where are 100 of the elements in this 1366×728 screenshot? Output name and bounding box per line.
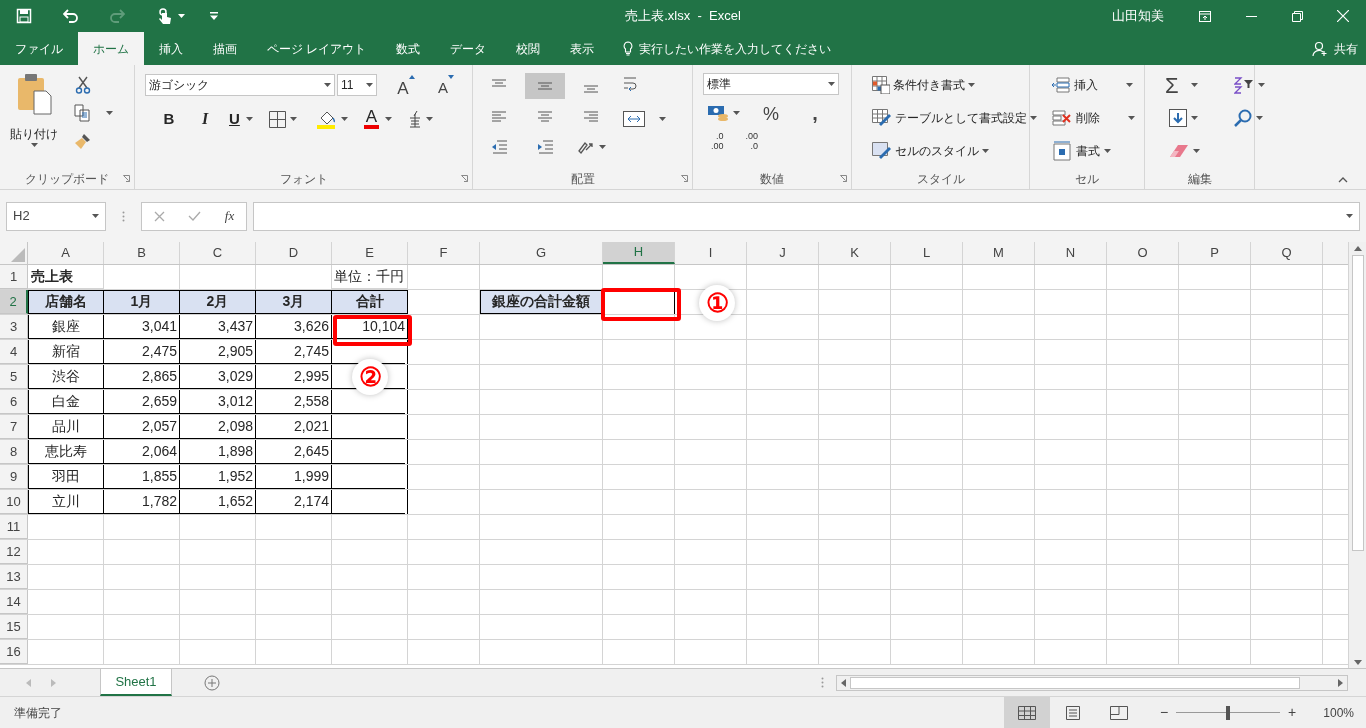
format-cells-button[interactable]: 書式 bbox=[1052, 139, 1135, 163]
grow-font-button[interactable]: A bbox=[393, 73, 419, 97]
row-header[interactable]: 10 bbox=[0, 490, 28, 514]
scroll-left-icon[interactable] bbox=[841, 678, 846, 687]
row-header[interactable]: 14 bbox=[0, 590, 28, 614]
decrease-indent-icon[interactable] bbox=[491, 140, 507, 154]
row-header[interactable]: 4 bbox=[0, 340, 28, 364]
share-button[interactable]: 共有 bbox=[1312, 32, 1366, 65]
formula-input[interactable] bbox=[253, 201, 1360, 231]
row-header[interactable]: 1 bbox=[0, 265, 28, 289]
row-header[interactable]: 11 bbox=[0, 515, 28, 539]
column-header[interactable]: A bbox=[28, 242, 104, 264]
row-header[interactable]: 13 bbox=[0, 565, 28, 589]
format-as-table-button[interactable]: テーブルとして書式設定 bbox=[872, 106, 1037, 130]
ribbon-tab[interactable]: ホーム bbox=[78, 32, 144, 65]
zoom-level[interactable]: 100% bbox=[1298, 703, 1366, 722]
user-name[interactable]: 山田知美 bbox=[1112, 6, 1164, 26]
percent-button[interactable]: % bbox=[754, 101, 788, 125]
row-header[interactable]: 6 bbox=[0, 390, 28, 414]
ribbon-tab[interactable]: 描画 bbox=[198, 32, 252, 65]
sort-filter-icon[interactable] bbox=[1234, 76, 1254, 94]
add-sheet-icon[interactable] bbox=[204, 674, 220, 691]
row-header[interactable]: 5 bbox=[0, 365, 28, 389]
zoom-in-button[interactable]: + bbox=[1286, 702, 1298, 723]
autosum-button[interactable]: Σ bbox=[1165, 73, 1204, 97]
number-format-dropdown[interactable]: 標準 bbox=[703, 73, 839, 95]
insert-function-button[interactable]: fx bbox=[224, 206, 235, 226]
bold-button[interactable]: B bbox=[157, 107, 181, 131]
decrease-decimal-button[interactable]: .00 .0 bbox=[745, 131, 759, 151]
merge-center-icon[interactable] bbox=[623, 111, 645, 127]
sheet-tab[interactable]: Sheet1 bbox=[100, 669, 172, 696]
fill-down-icon[interactable] bbox=[1169, 109, 1187, 127]
underline-button[interactable]: U bbox=[229, 107, 253, 131]
column-header[interactable]: O bbox=[1107, 242, 1179, 264]
row-header[interactable]: 9 bbox=[0, 465, 28, 489]
column-header[interactable]: I bbox=[675, 242, 747, 264]
ribbon-tab[interactable]: ファイル bbox=[0, 32, 78, 65]
delete-cells-button[interactable]: 削除 bbox=[1052, 106, 1135, 130]
italic-button[interactable]: I bbox=[193, 107, 217, 131]
touch-mode-icon[interactable] bbox=[157, 7, 172, 25]
copy-icon[interactable] bbox=[74, 104, 90, 122]
search-icon[interactable] bbox=[1234, 109, 1252, 127]
column-header[interactable]: F bbox=[408, 242, 480, 264]
increase-indent-icon[interactable] bbox=[537, 140, 553, 154]
column-header[interactable]: H bbox=[603, 242, 675, 264]
eraser-icon[interactable] bbox=[1169, 144, 1189, 158]
ribbon-tab[interactable]: データ bbox=[435, 32, 502, 65]
zoom-slider[interactable] bbox=[1176, 705, 1280, 720]
ribbon-tab[interactable]: 表示 bbox=[555, 32, 610, 65]
dialog-launcher-icon[interactable] bbox=[681, 175, 688, 182]
borders-icon[interactable] bbox=[268, 110, 286, 128]
column-header[interactable]: K bbox=[819, 242, 891, 264]
font-size-dropdown[interactable]: 11 bbox=[337, 74, 377, 96]
row-header[interactable]: 7 bbox=[0, 415, 28, 439]
collapse-ribbon-icon[interactable] bbox=[1338, 177, 1348, 183]
conditional-formatting-button[interactable]: 条件付き書式 bbox=[872, 73, 1037, 97]
scroll-down-icon[interactable] bbox=[1353, 660, 1362, 665]
column-header[interactable]: J bbox=[747, 242, 819, 264]
comma-style-button[interactable]: , bbox=[798, 101, 832, 125]
column-header[interactable]: E bbox=[332, 242, 408, 264]
font-color-button[interactable]: A bbox=[363, 107, 393, 131]
column-header[interactable]: L bbox=[891, 242, 963, 264]
scroll-right-icon[interactable] bbox=[1338, 678, 1343, 687]
horizontal-scrollbar[interactable] bbox=[836, 674, 1348, 691]
phonetic-guide-icon[interactable] bbox=[408, 110, 423, 128]
column-header[interactable]: N bbox=[1035, 242, 1107, 264]
ribbon-tab[interactable]: ページ レイアウト bbox=[252, 32, 382, 65]
insert-cells-button[interactable]: 挿入 bbox=[1052, 73, 1135, 97]
fill-color-icon[interactable] bbox=[316, 109, 337, 129]
column-header[interactable]: D bbox=[256, 242, 332, 264]
currency-icon[interactable] bbox=[707, 104, 729, 122]
ribbon-tab[interactable]: 数式 bbox=[381, 32, 436, 65]
row-header[interactable]: 8 bbox=[0, 440, 28, 464]
ribbon-tab[interactable]: 校閲 bbox=[501, 32, 556, 65]
row-header[interactable]: 16 bbox=[0, 640, 28, 664]
column-header[interactable]: B bbox=[104, 242, 180, 264]
font-name-dropdown[interactable]: 游ゴシック bbox=[145, 74, 335, 96]
name-box[interactable]: H2 bbox=[6, 201, 106, 231]
vertical-scrollbar[interactable] bbox=[1348, 242, 1366, 668]
column-header[interactable]: C bbox=[180, 242, 256, 264]
cell-styles-button[interactable]: セルのスタイル bbox=[872, 139, 1037, 163]
zoom-out-button[interactable]: − bbox=[1158, 702, 1170, 723]
normal-view-button[interactable] bbox=[1004, 696, 1050, 728]
column-header[interactable]: P bbox=[1179, 242, 1251, 264]
shrink-font-button[interactable]: A bbox=[433, 73, 459, 97]
row-header[interactable]: 2 bbox=[0, 290, 28, 314]
dialog-launcher-icon[interactable] bbox=[840, 175, 847, 182]
cut-icon[interactable] bbox=[74, 76, 92, 94]
tell-me-field[interactable]: 実行したい作業を入力してください bbox=[639, 39, 832, 58]
row-header[interactable]: 12 bbox=[0, 540, 28, 564]
dialog-launcher-icon[interactable] bbox=[461, 175, 468, 182]
column-header[interactable]: M bbox=[963, 242, 1035, 264]
dialog-launcher-icon[interactable] bbox=[123, 175, 130, 182]
paste-button[interactable]: 貼り付け bbox=[6, 73, 62, 169]
row-header[interactable]: 15 bbox=[0, 615, 28, 639]
paintbrush-icon[interactable] bbox=[74, 132, 92, 150]
scroll-up-icon[interactable] bbox=[1353, 246, 1362, 251]
ribbon-tab[interactable]: 挿入 bbox=[144, 32, 198, 65]
column-header[interactable]: Q bbox=[1251, 242, 1323, 264]
increase-decimal-button[interactable]: .0 .00 bbox=[711, 131, 724, 151]
